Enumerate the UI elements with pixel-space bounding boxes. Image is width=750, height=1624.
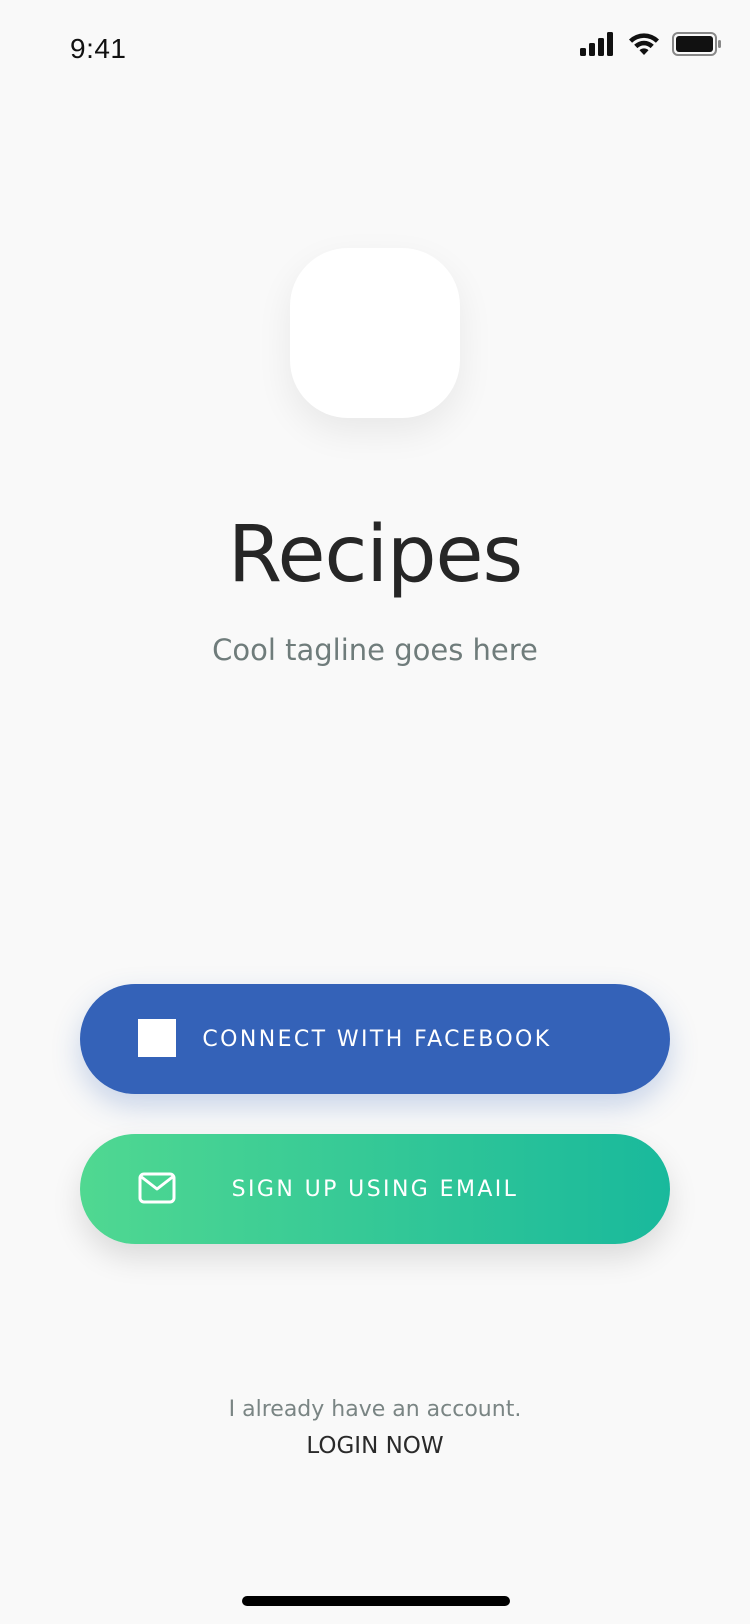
signal-icon: [580, 32, 613, 56]
sign-up-email-label: SIGN UP USING EMAIL: [231, 1176, 519, 1202]
status-icons: [580, 32, 722, 56]
sign-up-email-button[interactable]: SIGN UP USING EMAIL: [80, 1134, 670, 1244]
battery-icon: [672, 32, 721, 56]
app-title: Recipes: [227, 510, 523, 600]
home-indicator: [242, 1596, 510, 1606]
connect-facebook-button[interactable]: CONNECT WITH FACEBOOK: [80, 984, 670, 1094]
connect-facebook-label: CONNECT WITH FACEBOOK: [202, 1026, 552, 1052]
status-time: 9:41: [70, 33, 127, 64]
wifi-icon: [629, 33, 659, 55]
app-icon: [290, 248, 460, 418]
account-text: I already have an account.: [228, 1397, 522, 1422]
tagline: Cool tagline goes here: [212, 633, 538, 667]
status-bar: 9:41: [0, 0, 750, 96]
login-now-link[interactable]: LOGIN NOW: [0, 1433, 750, 1459]
